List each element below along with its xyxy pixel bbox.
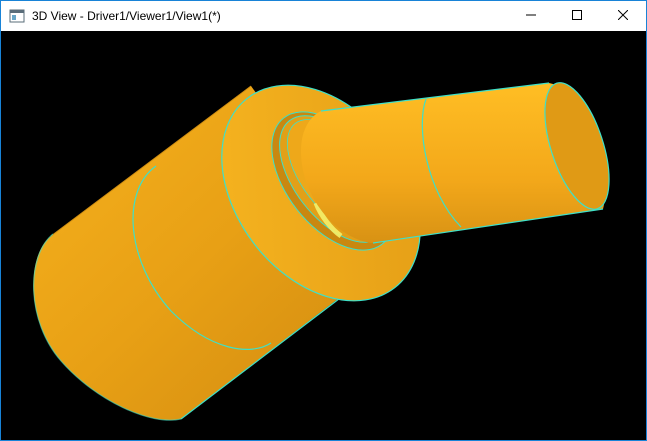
- close-button[interactable]: [600, 1, 646, 31]
- window-title: 3D View - Driver1/Viewer1/View1(*): [32, 9, 221, 23]
- shaft: [301, 82, 610, 244]
- maximize-button[interactable]: [554, 1, 600, 31]
- minimize-button[interactable]: [508, 1, 554, 31]
- close-icon: [617, 7, 629, 25]
- maximize-icon: [572, 7, 582, 25]
- 3d-model-render: [33, 82, 610, 421]
- title-bar[interactable]: 3D View - Driver1/Viewer1/View1(*): [1, 1, 646, 31]
- 3d-viewport[interactable]: [1, 31, 646, 440]
- minimize-icon: [526, 7, 536, 25]
- viewer-window: 3D View - Driver1/Viewer1/View1(*): [0, 0, 647, 441]
- caption-buttons: [508, 1, 646, 31]
- 3d-view-app-icon: [9, 8, 25, 24]
